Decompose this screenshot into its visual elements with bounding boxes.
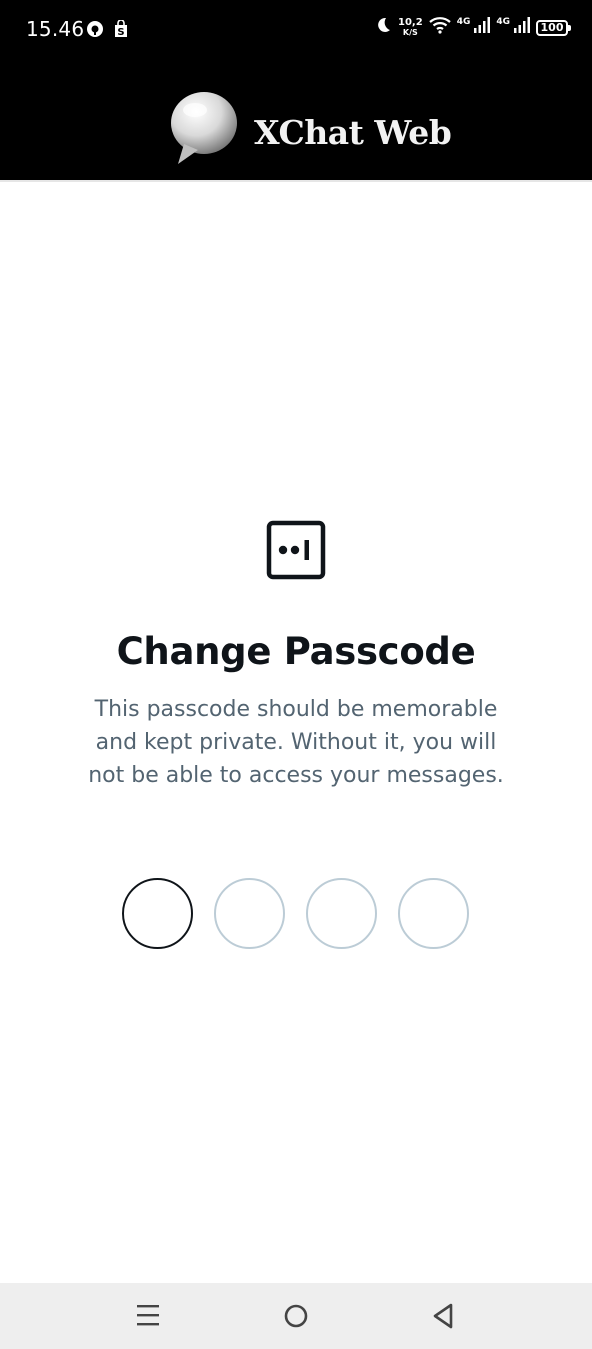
brand: XChat Web xyxy=(168,90,452,171)
passcode-input[interactable] xyxy=(122,878,469,949)
status-bar: 15.46 S 10,2 K/S 4G 4G 100 xyxy=(0,0,592,60)
signal-icon xyxy=(474,17,491,38)
passcode-digit-1[interactable] xyxy=(122,878,193,949)
passcode-digit-3[interactable] xyxy=(306,878,377,949)
passcode-icon xyxy=(0,520,592,580)
status-time: 15.46 xyxy=(26,17,85,41)
network-speed-unit: K/S xyxy=(402,27,418,37)
network-type-2: 4G xyxy=(496,16,510,27)
network-speed: 10,2 K/S xyxy=(398,16,423,38)
network-type-1: 4G xyxy=(456,16,471,27)
system-navigation-bar xyxy=(0,1283,592,1349)
shopping-bag-icon: S xyxy=(113,19,129,43)
chat-bubble-logo-icon xyxy=(168,90,240,171)
svg-text:S: S xyxy=(117,27,124,38)
status-left-icons: S xyxy=(86,19,129,43)
battery-indicator: 100 xyxy=(536,19,571,36)
passcode-digit-2[interactable] xyxy=(214,878,285,949)
wifi-icon xyxy=(428,16,451,39)
passcode-digit-4[interactable] xyxy=(398,878,469,949)
status-right-icons: 10,2 K/S 4G 4G 100 xyxy=(374,16,571,39)
page-description: This passcode should be memorable and ke… xyxy=(88,697,504,788)
signal-icon xyxy=(514,17,530,38)
passcode-panel: Change Passcode This passcode should be … xyxy=(0,520,592,792)
home-button[interactable] xyxy=(283,1303,309,1334)
back-button[interactable] xyxy=(431,1303,455,1334)
location-icon xyxy=(86,20,104,43)
app-title: XChat Web xyxy=(254,113,452,152)
app-header: 15.46 S 10,2 K/S 4G 4G 100 XChat Web xyxy=(0,0,592,182)
moon-icon xyxy=(374,16,392,39)
network-speed-value: 10,2 xyxy=(398,16,423,28)
page-title: Change Passcode xyxy=(116,630,476,673)
recent-apps-button[interactable] xyxy=(136,1303,160,1332)
